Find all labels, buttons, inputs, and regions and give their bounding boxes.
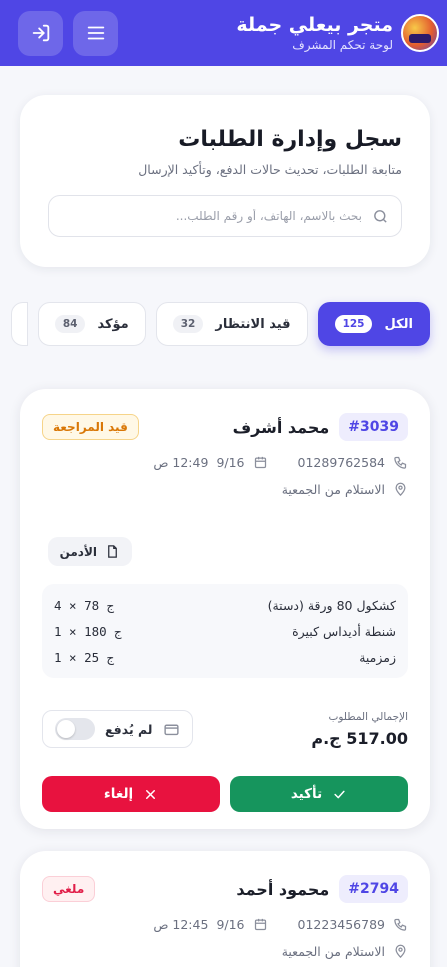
app-title: متجر بيعلي جملة (236, 14, 393, 36)
cancel-label: إلغاء (103, 786, 134, 802)
file-icon (108, 545, 117, 558)
order-items: كشكول 80 ورقة (دستة) 4 × 78 ج شنطة أديدا… (42, 584, 408, 678)
location-icon (395, 482, 406, 496)
delivery-method: الاستلام من الجمعية (42, 482, 408, 497)
delivery-label: الاستلام من الجمعية (281, 482, 385, 497)
order-card: #3039 محمد أشرف قيد المراجعة 01289762584… (20, 389, 430, 829)
order-total: الإجمالي المطلوب 517.00 ج.م (311, 711, 408, 748)
status-badge: ملغي (42, 876, 96, 902)
phone-icon (394, 456, 407, 469)
list-item: شنطة أديداس كبيرة 1 × 180 ج (54, 618, 396, 644)
order-time: 12:49 ص (153, 455, 209, 470)
total-value: 517.00 ج.م (311, 729, 408, 748)
confirm-button[interactable]: تأكيد (230, 776, 408, 812)
item-name: كشكول 80 ورقة (دستة) (267, 597, 396, 613)
tab-label: قيد الانتظار (215, 316, 291, 332)
order-date: 9/16 (216, 917, 245, 932)
app-subtitle: لوحة تحكم المشرف (292, 38, 393, 52)
close-icon (146, 789, 156, 799)
paid-switch[interactable] (55, 718, 95, 740)
brand: متجر بيعلي جملة لوحة تحكم المشرف (236, 14, 439, 52)
tab-pending[interactable]: قيد الانتظار 32 (155, 302, 308, 346)
delivery-label: الاستلام من الجمعية (281, 944, 385, 959)
order-time: 12:45 ص (153, 917, 209, 932)
credit-card-icon (163, 724, 179, 735)
location-icon (395, 944, 406, 958)
item-qty-price: 1 × 25 ج (54, 649, 115, 665)
item-name: زمزمية (359, 649, 396, 665)
search-input[interactable] (61, 209, 362, 223)
delivery-method: الاستلام من الجمعية (42, 944, 408, 959)
tab-next[interactable] (10, 302, 28, 346)
order-date: 9/16 (216, 455, 245, 470)
search-box[interactable] (48, 195, 402, 237)
logout-button[interactable] (18, 10, 63, 56)
item-qty-price: 4 × 78 ج (54, 597, 115, 613)
cancel-button[interactable]: إلغاء (42, 776, 220, 812)
search-icon (374, 209, 387, 223)
page-subtitle: متابعة الطلبات، تحديث حالات الدفع، وتأكي… (138, 162, 402, 177)
created-by-label: الأدمن (59, 544, 97, 559)
payment-status: لم يُدفع (105, 721, 153, 737)
order-meta: 01289762584 9/16 12:49 ص (42, 455, 408, 470)
tab-confirmed[interactable]: مؤكد 84 (37, 302, 146, 346)
phone-icon (394, 918, 407, 931)
customer-phone[interactable]: 01289762584 (298, 455, 385, 470)
payment-toggle[interactable]: لم يُدفع (42, 710, 193, 748)
tab-all[interactable]: الكل 125 (317, 302, 430, 346)
app-header: متجر بيعلي جملة لوحة تحكم المشرف (0, 0, 447, 66)
customer-name: محمد أشرف (232, 417, 330, 437)
tab-label: الكل (384, 316, 413, 332)
order-card: #2794 محمود أحمد ملغي 01223456789 9/16 1… (20, 851, 430, 967)
tab-count: 125 (334, 315, 373, 333)
calendar-icon (254, 456, 266, 469)
tab-count: 84 (54, 315, 86, 333)
store-logo (401, 14, 439, 52)
customer-name: محمود أحمد (236, 879, 330, 899)
list-item: كشكول 80 ورقة (دستة) 4 × 78 ج (54, 592, 396, 618)
list-item: زمزمية 1 × 25 ج (54, 644, 396, 670)
status-badge: قيد المراجعة (42, 414, 139, 440)
confirm-label: تأكيد (290, 786, 323, 802)
item-qty-price: 1 × 180 ج (54, 623, 122, 639)
calendar-icon (254, 918, 266, 931)
status-tabs: الكل 125 قيد الانتظار 32 مؤكد 84 (0, 302, 430, 346)
created-by-chip: الأدمن (47, 537, 132, 566)
check-icon (334, 790, 345, 798)
total-label: الإجمالي المطلوب (328, 711, 408, 723)
logout-icon (32, 24, 49, 42)
menu-button[interactable] (73, 10, 118, 56)
tab-count: 32 (172, 315, 204, 333)
orders-header-card: سجل وإدارة الطلبات متابعة الطلبات، تحديث… (20, 95, 430, 267)
order-id[interactable]: #2794 (339, 875, 408, 903)
order-id[interactable]: #3039 (339, 413, 408, 441)
customer-phone[interactable]: 01223456789 (298, 917, 385, 932)
order-meta: 01223456789 9/16 12:45 ص (42, 917, 408, 932)
page-title: سجل وإدارة الطلبات (178, 127, 402, 152)
menu-icon (87, 26, 104, 40)
tab-label: مؤكد (97, 316, 129, 332)
item-name: شنطة أديداس كبيرة (292, 623, 396, 639)
